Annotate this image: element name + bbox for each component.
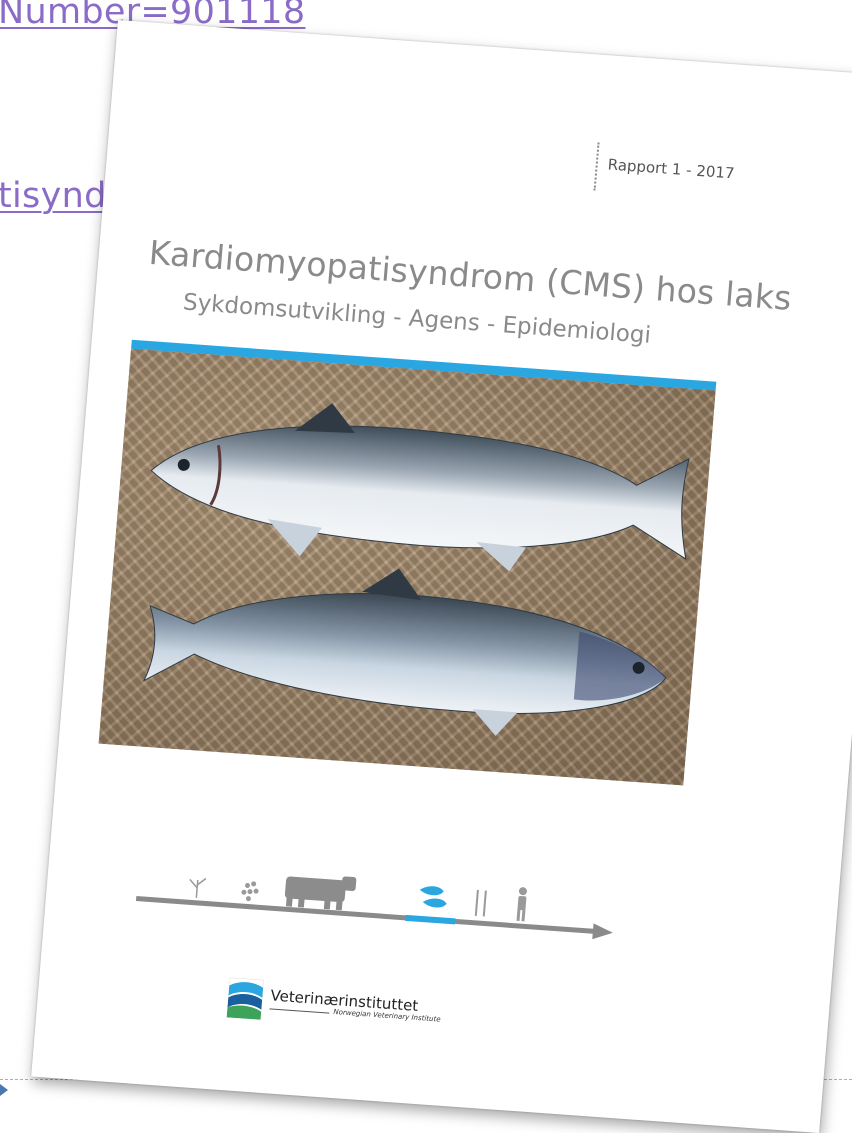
person-icon (516, 887, 527, 922)
value-chain-timeline (135, 876, 613, 940)
salmon-top (150, 403, 690, 572)
rapport-divider (593, 142, 600, 191)
institute-logo: Veterinærinstituttet Norwegian Veterinar… (226, 975, 489, 1043)
logo-divider (269, 1008, 330, 1014)
fish-icon (419, 886, 447, 908)
cutlery-icon (474, 889, 487, 917)
salmon-bottom (142, 568, 667, 736)
report-number: Rapport 1 - 2017 (607, 155, 736, 183)
salmon-illustration (142, 403, 690, 736)
grain-icon (241, 881, 259, 902)
veterinaerinstituttet-logo-icon (226, 977, 264, 1020)
cow-icon (284, 876, 357, 911)
slide-nav-arrow-icon (0, 1084, 8, 1096)
plant-icon (189, 877, 207, 898)
report-cover-image: Rapport 1 - 2017 Kardiomyopatisyndrom (C… (31, 20, 852, 1133)
salmon-photo (98, 348, 716, 786)
